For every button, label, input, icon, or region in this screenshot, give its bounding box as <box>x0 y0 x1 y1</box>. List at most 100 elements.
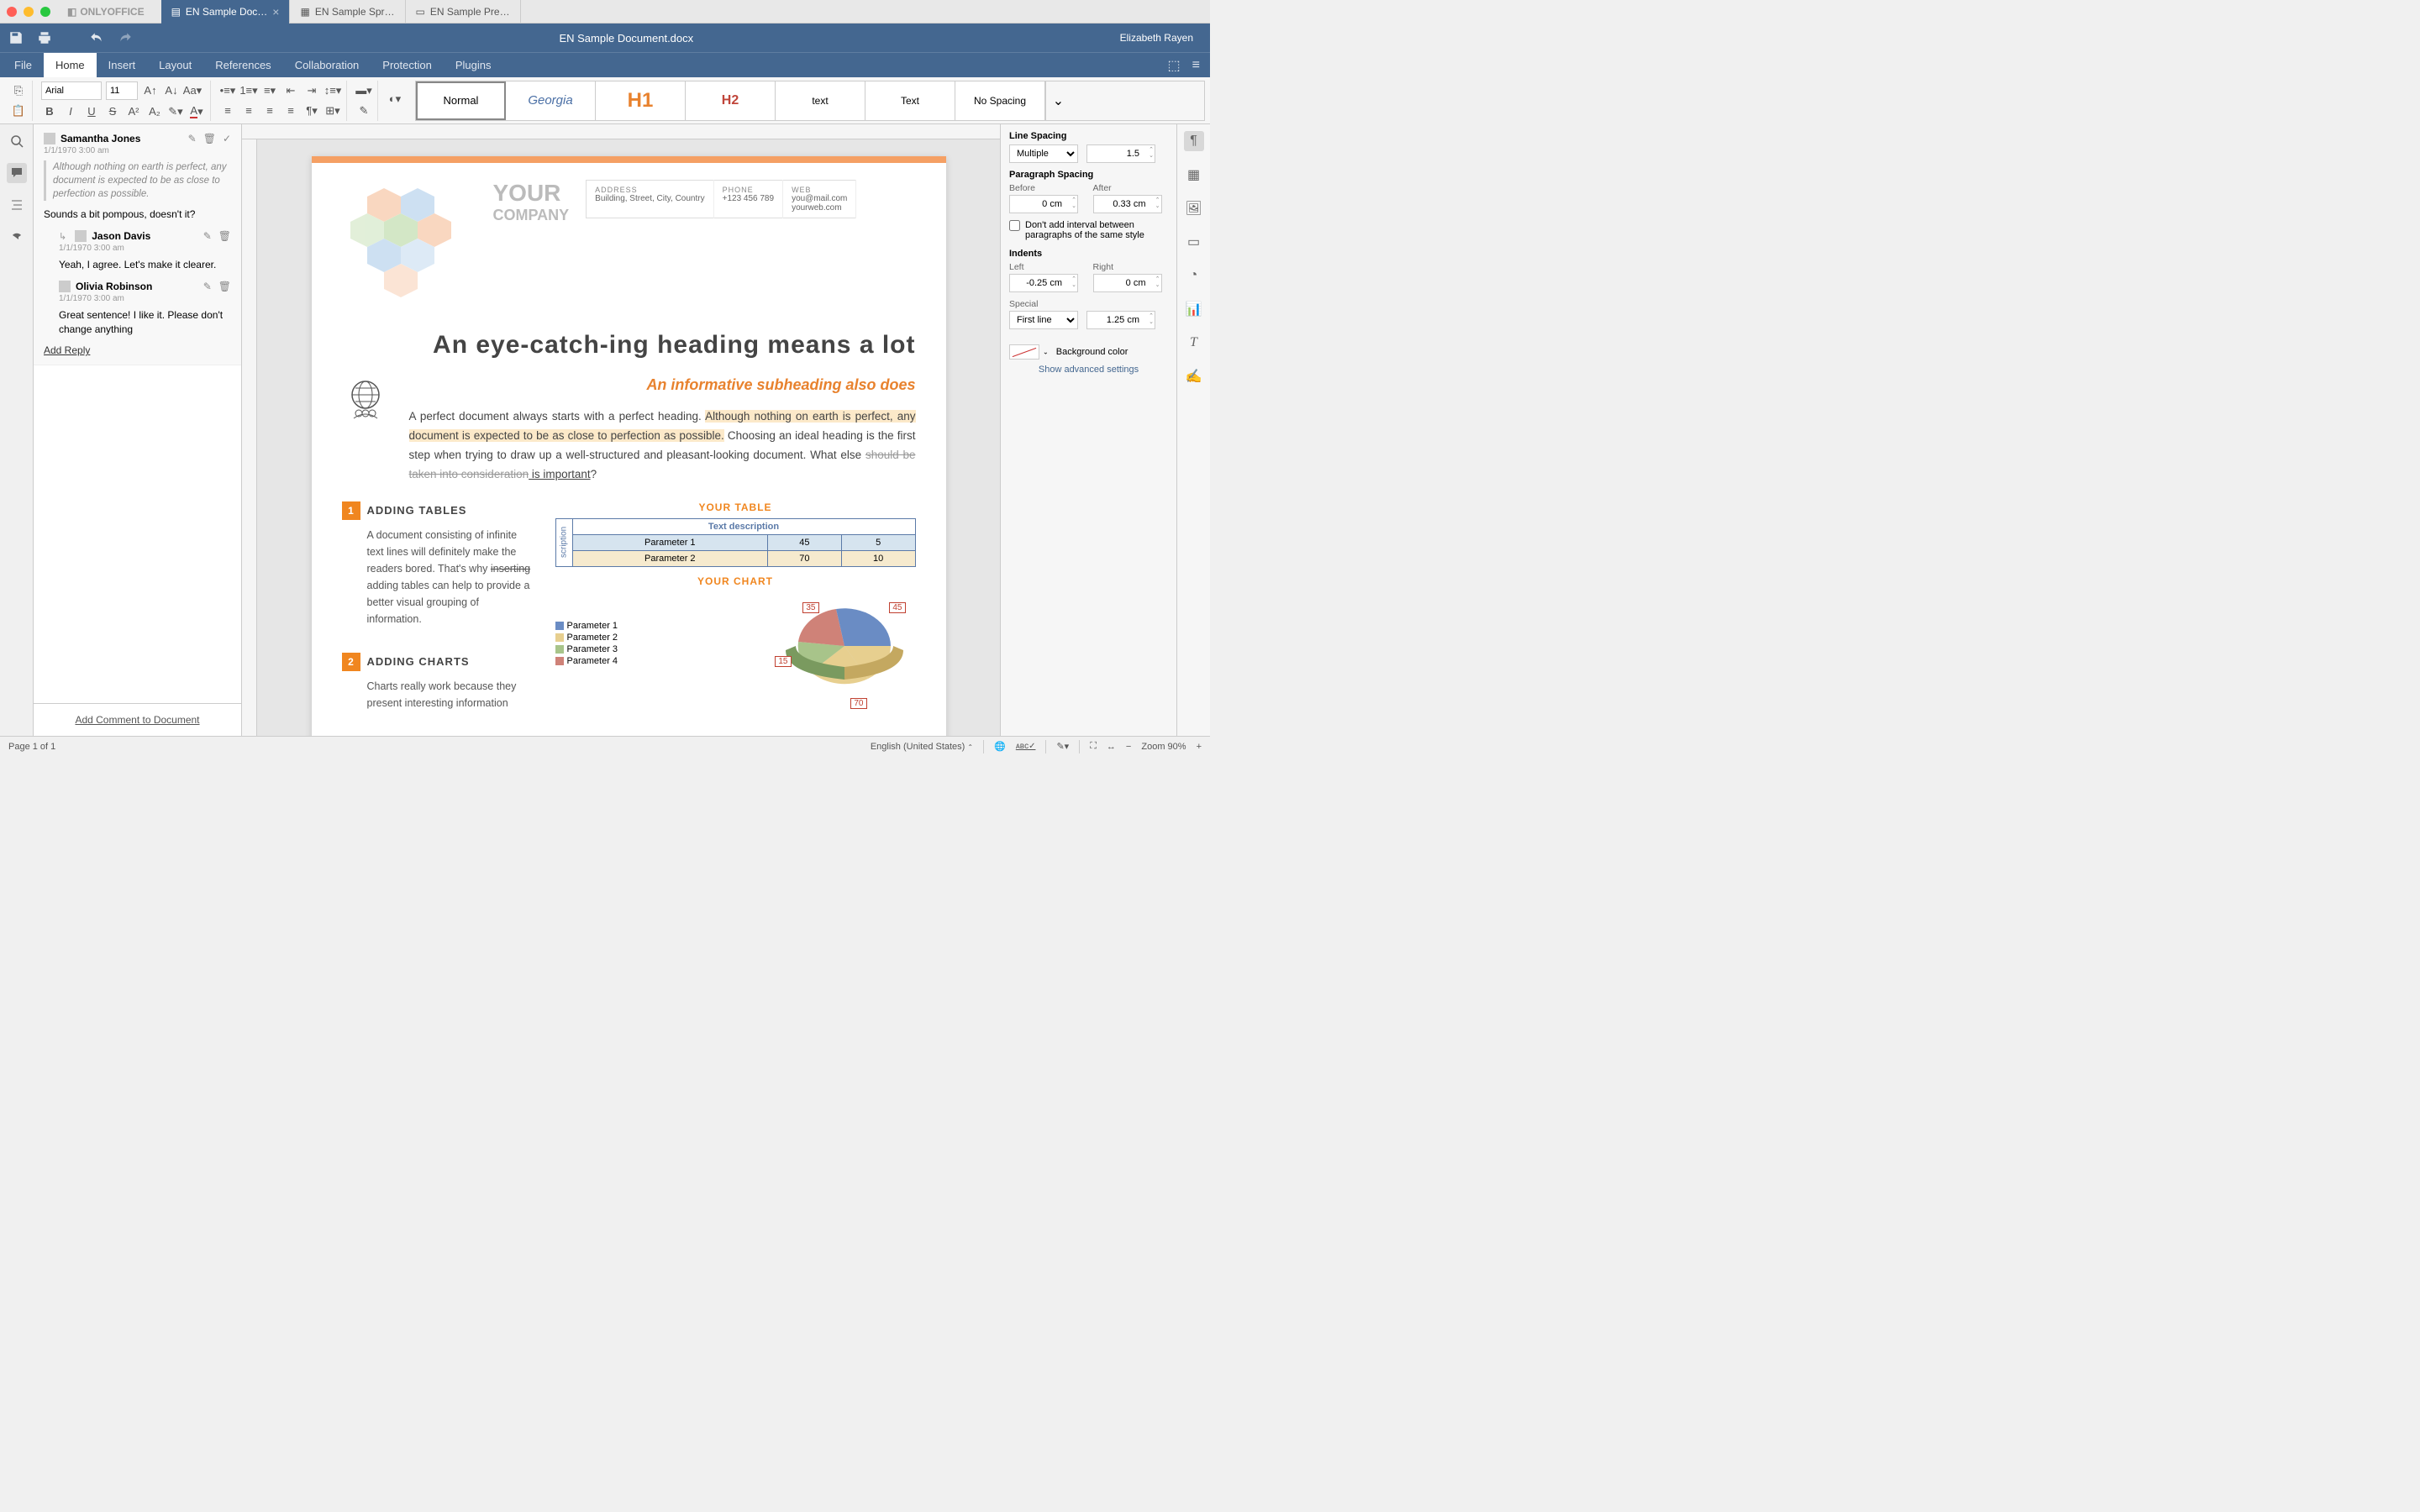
menu-plugins[interactable]: Plugins <box>444 53 503 77</box>
hamburger-icon[interactable]: ≡ <box>1192 58 1200 73</box>
line-spacing-icon[interactable]: ↕≡▾ <box>324 82 341 99</box>
fit-page-icon[interactable]: ⛶ <box>1090 741 1097 752</box>
increase-indent-icon[interactable]: ⇥ <box>303 82 320 99</box>
horizontal-ruler[interactable] <box>242 124 1000 139</box>
tab-spreadsheet[interactable]: ▦ EN Sample Spr… <box>290 0 405 24</box>
advanced-settings-link[interactable]: Show advanced settings <box>1009 365 1168 375</box>
paragraph-icon[interactable]: ¶ <box>1184 131 1204 151</box>
nonprinting-icon[interactable]: ¶▾ <box>303 102 320 119</box>
subscript-button[interactable]: A₂ <box>146 103 163 120</box>
superscript-button[interactable]: A² <box>125 103 142 120</box>
font-size-select[interactable] <box>106 81 138 100</box>
chart-settings-icon[interactable]: 📊 <box>1184 299 1204 319</box>
search-icon[interactable] <box>7 131 27 151</box>
menu-insert[interactable]: Insert <box>97 53 148 77</box>
underline-button[interactable]: U <box>83 103 100 120</box>
decrease-font-icon[interactable]: A↓ <box>163 82 180 99</box>
table-settings-icon[interactable]: ▦ <box>1184 165 1204 185</box>
align-right-icon[interactable]: ≡ <box>261 102 278 119</box>
close-icon[interactable]: × <box>272 5 279 18</box>
bg-color-swatch[interactable] <box>1009 344 1039 360</box>
redo-icon[interactable] <box>118 30 133 45</box>
highlight-color-icon[interactable]: ✎▾ <box>167 103 184 120</box>
style-normal[interactable]: Normal <box>416 81 506 120</box>
indent-left[interactable] <box>1009 274 1078 292</box>
page-indicator[interactable]: Page 1 of 1 <box>8 742 55 752</box>
headings-icon[interactable] <box>7 195 27 215</box>
close-window[interactable] <box>7 7 17 17</box>
minimize-window[interactable] <box>24 7 34 17</box>
style-text-lc[interactable]: text <box>776 81 865 120</box>
bold-button[interactable]: B <box>41 103 58 120</box>
resolve-comment-icon[interactable]: ✓ <box>223 133 231 144</box>
italic-button[interactable]: I <box>62 103 79 120</box>
line-spacing-value[interactable] <box>1086 144 1155 163</box>
align-left-icon[interactable]: ≡ <box>219 102 236 119</box>
image-settings-icon[interactable]: 🖼 <box>1184 198 1204 218</box>
signature-icon[interactable]: ✍ <box>1184 366 1204 386</box>
menu-collaboration[interactable]: Collaboration <box>283 53 371 77</box>
spellcheck-abc-icon[interactable]: ᴀʙᴄ✓ <box>1016 742 1036 751</box>
print-icon[interactable] <box>37 30 52 45</box>
spellcheck-icon[interactable]: 🌐 <box>994 741 1006 752</box>
menu-home[interactable]: Home <box>44 53 97 77</box>
undo-icon[interactable] <box>89 30 104 45</box>
line-spacing-mode[interactable]: Multiple <box>1009 144 1078 163</box>
multilevel-icon[interactable]: ≡▾ <box>261 82 278 99</box>
open-location-icon[interactable]: ⬚ <box>1168 57 1181 74</box>
fit-width-icon[interactable]: ↔ <box>1107 742 1116 752</box>
numbering-icon[interactable]: 1≡▾ <box>240 82 257 99</box>
edit-reply-icon[interactable]: ✎ <box>203 281 212 292</box>
bullets-icon[interactable]: •≡▾ <box>219 82 236 99</box>
shading-icon[interactable]: ▬▾ <box>355 82 372 99</box>
change-case-icon[interactable]: Aa▾ <box>184 82 201 99</box>
decrease-indent-icon[interactable]: ⇤ <box>282 82 299 99</box>
style-nospacing[interactable]: No Spacing <box>955 81 1045 120</box>
menu-references[interactable]: References <box>203 53 282 77</box>
font-color-icon[interactable]: A▾ <box>188 103 205 120</box>
clear-style-icon[interactable]: ✎ <box>355 102 372 119</box>
copy-icon[interactable]: ⎘ <box>10 82 27 99</box>
vertical-ruler[interactable] <box>242 139 257 736</box>
special-value[interactable] <box>1086 311 1155 329</box>
delete-reply-icon[interactable]: 🗑 <box>218 281 231 292</box>
menu-layout[interactable]: Layout <box>147 53 203 77</box>
indent-right[interactable] <box>1093 274 1162 292</box>
maximize-window[interactable] <box>40 7 50 17</box>
edit-reply-icon[interactable]: ✎ <box>203 230 212 242</box>
increase-font-icon[interactable]: A↑ <box>142 82 159 99</box>
insert-shape-icon[interactable]: ◐▾ <box>387 91 403 108</box>
zoom-out-icon[interactable]: − <box>1126 742 1131 752</box>
zoom-level[interactable]: Zoom 90% <box>1141 742 1186 752</box>
dont-add-interval-checkbox[interactable] <box>1009 220 1020 231</box>
style-georgia[interactable]: Georgia <box>506 81 596 120</box>
edit-comment-icon[interactable]: ✎ <box>188 133 197 144</box>
justify-icon[interactable]: ≡ <box>282 102 299 119</box>
menu-file[interactable]: File <box>3 53 44 77</box>
special-mode[interactable]: First line <box>1009 311 1078 329</box>
tab-presentation[interactable]: ▭ EN Sample Pre… <box>406 0 521 24</box>
delete-comment-icon[interactable]: 🗑 <box>203 133 216 144</box>
save-icon[interactable] <box>8 30 24 45</box>
strike-button[interactable]: S <box>104 103 121 120</box>
font-name-select[interactable] <box>41 81 102 100</box>
feedback-icon[interactable] <box>7 227 27 247</box>
language-selector[interactable]: English (United States) ⌃ <box>871 742 973 752</box>
tab-document[interactable]: ▤ EN Sample Doc… × <box>161 0 291 24</box>
spacing-before[interactable] <box>1009 195 1078 213</box>
style-h1[interactable]: H1 <box>596 81 686 120</box>
spacing-after[interactable] <box>1093 195 1162 213</box>
track-changes-icon[interactable]: ✎▾ <box>1056 741 1069 752</box>
header-footer-icon[interactable]: ▭ <box>1184 232 1204 252</box>
style-text[interactable]: Text <box>865 81 955 120</box>
style-dropdown[interactable]: ⌄ <box>1045 81 1071 120</box>
delete-reply-icon[interactable]: 🗑 <box>218 230 231 242</box>
zoom-in-icon[interactable]: + <box>1197 742 1202 752</box>
user-name[interactable]: Elizabeth Rayen <box>1120 32 1193 44</box>
textart-icon[interactable]: T <box>1184 333 1204 353</box>
menu-protection[interactable]: Protection <box>371 53 444 77</box>
merge-icon[interactable]: ⊞▾ <box>324 102 341 119</box>
align-center-icon[interactable]: ≡ <box>240 102 257 119</box>
paste-icon[interactable]: 📋 <box>10 102 27 119</box>
page[interactable]: YOUR COMPANY ADDRESSBuilding, Street, Ci… <box>312 156 946 736</box>
